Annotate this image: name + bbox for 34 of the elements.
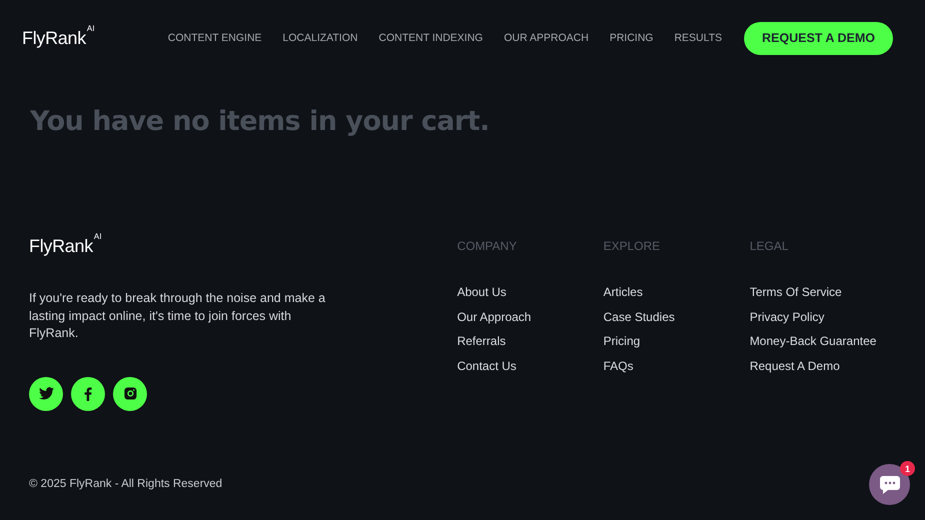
- facebook-button[interactable]: [71, 376, 105, 410]
- nav-link[interactable]: OUR APPROACH: [504, 32, 589, 44]
- footer-column-title: LEGAL: [750, 239, 790, 255]
- footer-link[interactable]: Our Approach: [457, 310, 604, 334]
- footer-link[interactable]: Request A Demo: [750, 358, 896, 383]
- footer-link[interactable]: About Us: [457, 285, 604, 310]
- instagram-icon: [124, 387, 136, 400]
- footer-link[interactable]: Privacy Policy: [750, 310, 896, 334]
- instagram-button[interactable]: [113, 376, 147, 410]
- footer-link[interactable]: Referrals: [457, 334, 604, 358]
- chat-bubble-icon: [878, 474, 900, 494]
- footer-link[interactable]: Case Studies: [603, 310, 750, 334]
- footer-tagline: If you're ready to break through the noise and make a lasting impact online, it's time to join forces with FlyRank.: [29, 290, 326, 342]
- footer-link[interactable]: Articles: [603, 285, 750, 310]
- footer-link[interactable]: FAQs: [603, 358, 750, 383]
- nav-link[interactable]: LOCALIZATION: [282, 32, 358, 44]
- nav-link[interactable]: CONTENT ENGINE: [168, 32, 262, 44]
- footer-link[interactable]: Terms Of Service: [750, 285, 896, 310]
- facebook-icon: [84, 386, 92, 400]
- notification-badge: 1: [900, 461, 915, 476]
- footer-link[interactable]: Contact Us: [457, 358, 604, 383]
- footer-column-title: EXPLORE: [603, 239, 662, 255]
- twitter-bird-icon: [38, 387, 54, 400]
- copyright-text: © 2025 FlyRank - All Rights Reserved: [29, 478, 224, 490]
- twitter-button[interactable]: [29, 376, 63, 410]
- request-demo-button[interactable]: REQUEST A DEMO: [744, 22, 893, 54]
- empty-cart-heading: You have no items in your cart.: [30, 106, 490, 137]
- nav-link[interactable]: PRICING: [610, 32, 654, 44]
- footer-link[interactable]: Pricing: [603, 334, 750, 358]
- footer-column-title: COMPANY: [457, 239, 518, 255]
- nav-link[interactable]: RESULTS: [674, 32, 722, 44]
- chat-button[interactable]: [869, 464, 910, 505]
- footer-link[interactable]: Money-Back Guarantee: [750, 334, 896, 358]
- nav-link[interactable]: CONTENT INDEXING: [378, 32, 483, 44]
